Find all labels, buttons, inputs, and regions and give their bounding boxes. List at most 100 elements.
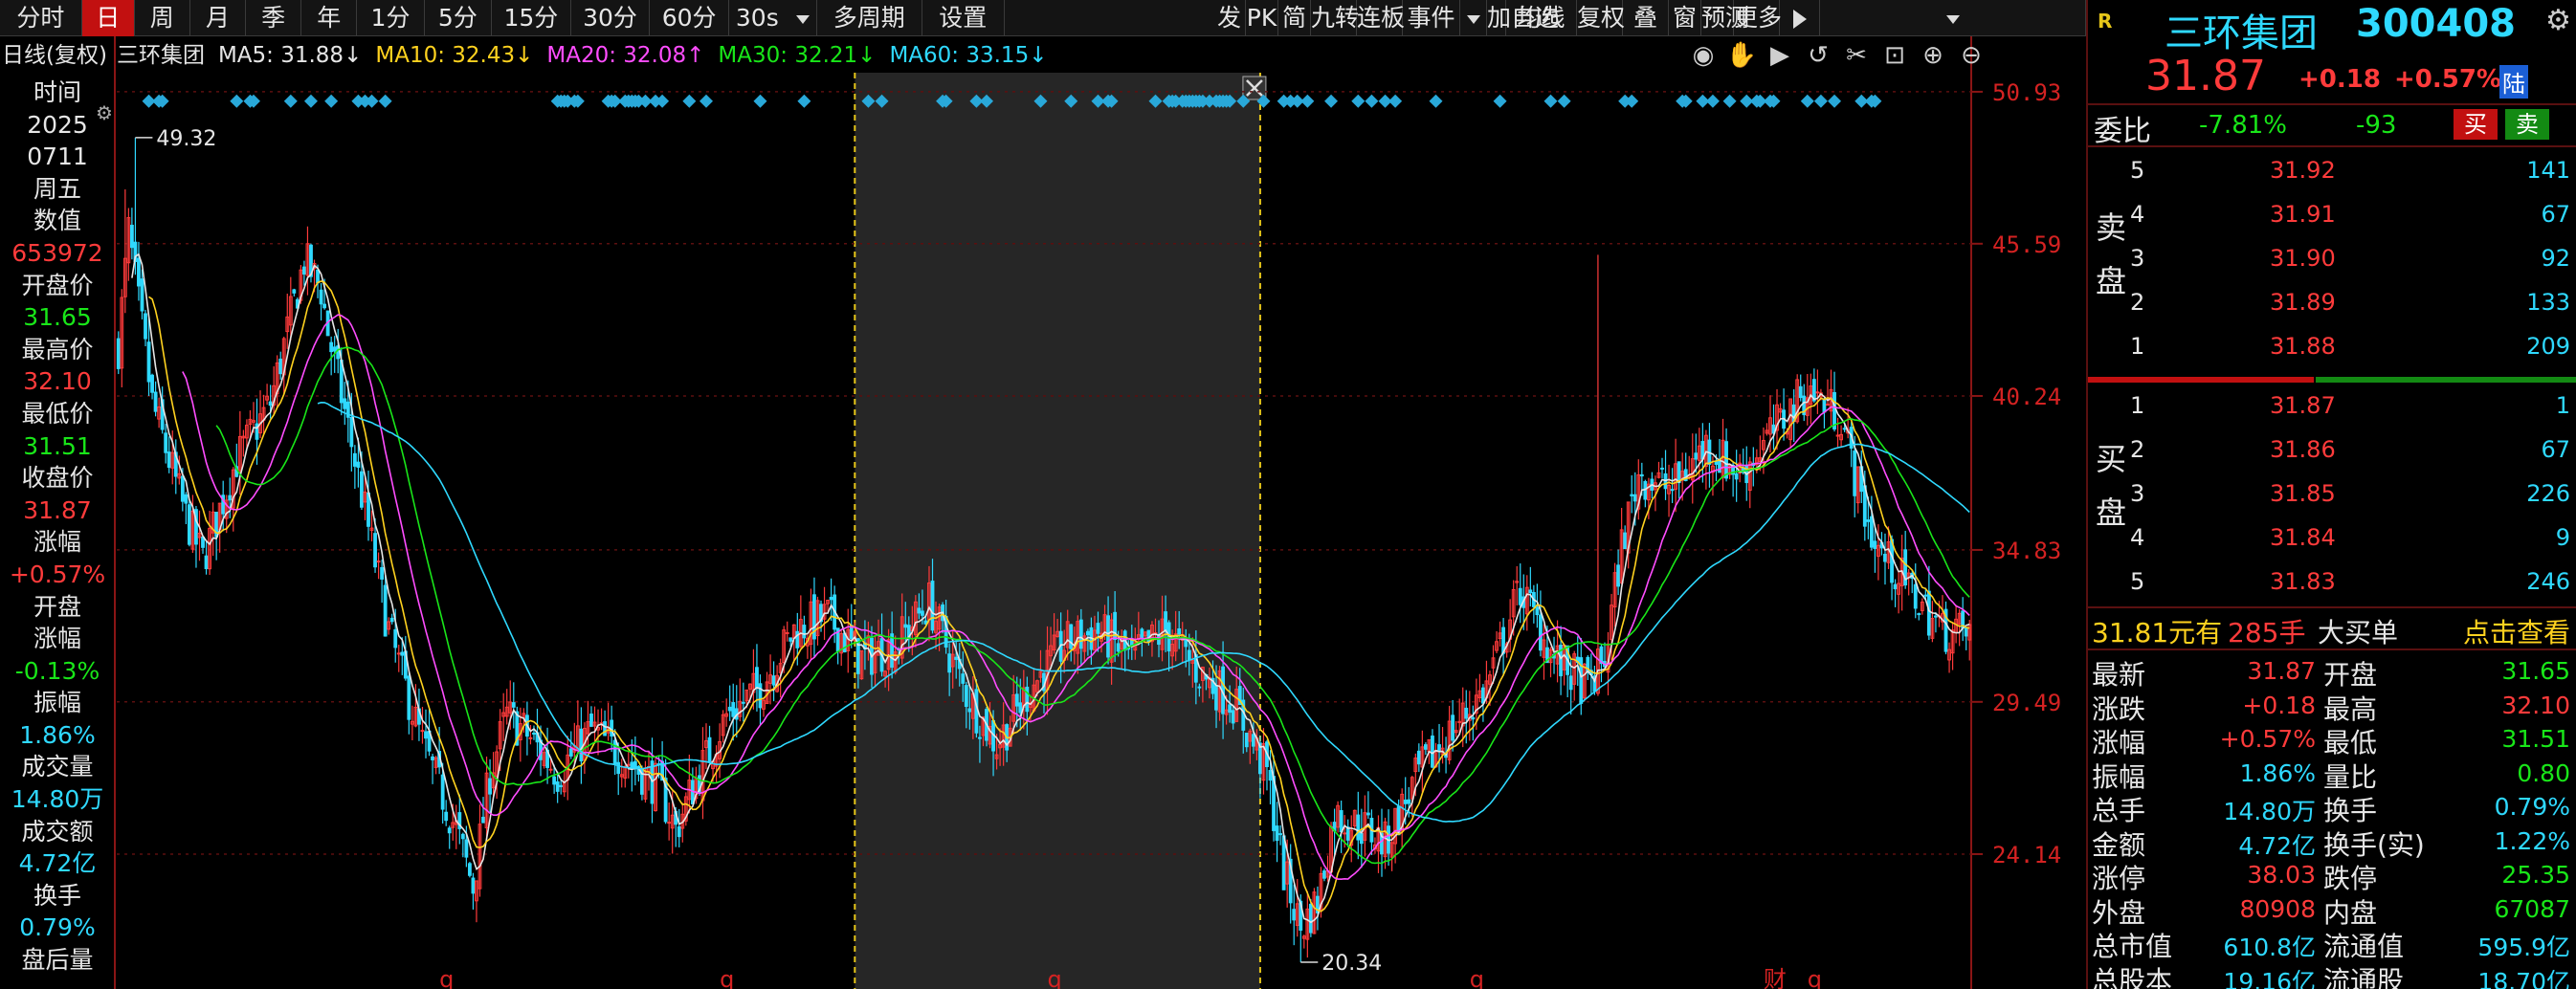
candle-body [150,374,154,393]
event-diamond[interactable] [1351,94,1366,108]
bottom-event-marker[interactable]: q [439,966,454,989]
period-tab-10[interactable]: 60分 [650,0,729,36]
event-diamond[interactable] [1722,94,1737,108]
event-diamond[interactable] [655,94,670,108]
undo-icon[interactable]: ↺ [1799,38,1837,73]
fullscreen-button[interactable] [1780,0,1820,36]
ask-volume: 92 [2541,245,2570,272]
tool-button-7[interactable]: 均线 [1506,0,1577,36]
event-diamond[interactable] [1388,94,1403,108]
event-diamond[interactable] [1324,94,1339,108]
info-row: 盘后量 [21,946,94,975]
event-diamond[interactable] [753,94,767,108]
candle-body [356,461,361,469]
period-tab-8[interactable]: 15分 [492,0,571,36]
period-tab-7[interactable]: 5分 [425,0,493,36]
stat-label: 涨停 [2092,863,2146,894]
ask-price[interactable]: 31.88 [2270,333,2336,360]
ask-price[interactable]: 31.92 [2270,157,2336,184]
hand-icon[interactable]: ✋ [1722,38,1761,73]
ma-legend-item: MA20: 32.08↑ [546,43,704,68]
ask-level: 5 [2130,157,2145,184]
event-diamond[interactable] [797,94,811,108]
event-diamond[interactable] [283,94,298,108]
candle-body [268,401,273,407]
event-dropdown[interactable] [1460,0,1487,36]
period-tab-12[interactable]: 多周期 [817,0,922,36]
event-diamond[interactable] [1800,94,1814,108]
bid-price[interactable]: 31.86 [2270,436,2336,463]
event-diamond[interactable] [1813,94,1828,108]
minus-icon[interactable]: ⊖ [1952,38,1990,73]
stock-name[interactable]: 三环集团 [2165,2,2318,57]
stat-value: 18.70亿 [2477,967,2570,989]
bottom-event-marker[interactable]: q [1470,966,1484,989]
more-dropdown[interactable] [1820,0,2086,36]
bid-price[interactable]: 31.84 [2270,524,2336,551]
tool-button-2[interactable]: 简 [1278,0,1311,36]
chart-mode-label[interactable]: 日线(复权) [2,43,107,68]
event-diamond[interactable] [682,94,697,108]
event-diamond[interactable] [1705,94,1720,108]
tool-button-3[interactable]: 九转 [1311,0,1359,36]
bottom-event-marker[interactable]: q [720,966,734,989]
tool-button-11[interactable]: 预测 [1701,0,1749,36]
bid-price[interactable]: 31.87 [2270,392,2336,419]
bid-price[interactable]: 31.83 [2270,568,2336,595]
event-diamond[interactable] [324,94,339,108]
bid-price[interactable]: 31.85 [2270,480,2336,507]
period-tab-3[interactable]: 月 [190,0,247,36]
selected-range[interactable] [855,73,1260,989]
event-diamond[interactable] [1828,94,1842,108]
period-tab-5[interactable]: 年 [301,0,358,36]
tool-button-0[interactable]: 发 [1213,0,1246,36]
tool-button-10[interactable]: 窗 [1669,0,1701,36]
tool-button-6[interactable]: 加自选 [1487,0,1559,36]
gear-icon[interactable]: ⚙ [96,101,113,124]
event-diamond[interactable] [378,94,392,108]
period-tab-2[interactable]: 周 [135,0,190,36]
plus-icon[interactable]: ⊕ [1914,38,1952,73]
tool-button-1[interactable]: PK [1246,0,1278,36]
scissors-icon[interactable]: ✂ [1837,38,1876,73]
sell-button[interactable]: 卖 [2505,109,2549,140]
tool-button-8[interactable]: 复权 [1577,0,1625,36]
eye-icon[interactable]: ◉ [1684,38,1722,73]
ask-price[interactable]: 31.91 [2270,201,2336,228]
event-diamond[interactable] [699,94,713,108]
view-big-order-link[interactable]: 点击查看 [2463,612,2570,650]
event-diamond[interactable] [365,94,379,108]
event-diamond[interactable] [1300,94,1315,108]
period-tab-6[interactable]: 1分 [357,0,425,36]
event-diamond[interactable] [1543,94,1558,108]
ask-price[interactable]: 31.89 [2270,289,2336,316]
period-tab-4[interactable]: 季 [246,0,302,36]
tool-button-4[interactable]: 连板 [1357,0,1405,36]
bottom-event-marker[interactable]: q [1048,966,1062,989]
event-diamond[interactable] [1557,94,1571,108]
event-diamond[interactable] [1625,94,1639,108]
play-icon[interactable]: ▶ [1761,38,1799,73]
tool-button-5[interactable]: 事件 [1403,0,1460,36]
tool-button-12[interactable]: 更多 [1734,0,1782,36]
period-tab-1[interactable]: 日 [81,0,135,36]
period-tab-11[interactable]: 30s [729,0,817,36]
settings-gear-icon[interactable]: ⚙ [2545,4,2571,37]
period-tab-13[interactable]: 设置 [922,0,1005,36]
period-tab-0[interactable]: 分时 [0,0,82,36]
period-tab-9[interactable]: 30分 [571,0,651,36]
bottom-event-marker[interactable]: 财 [1764,966,1787,989]
event-diamond[interactable] [1493,94,1507,108]
ask-price[interactable]: 31.90 [2270,245,2336,272]
candle-body [603,721,608,736]
tool-button-9[interactable]: 叠 [1623,0,1669,36]
event-diamond[interactable] [1365,94,1379,108]
event-diamond[interactable] [230,94,244,108]
event-diamond[interactable] [303,94,318,108]
event-diamond[interactable] [1429,94,1443,108]
lock-icon[interactable]: ⊡ [1876,38,1914,73]
candle-body [1643,481,1648,500]
bottom-event-marker[interactable]: q [1808,966,1822,989]
buy-button[interactable]: 买 [2454,109,2498,140]
candlestick-chart[interactable]: 50.93 45.59 40.24 34.83 29.49 24.14 49.32 20.34… [0,36,2086,989]
